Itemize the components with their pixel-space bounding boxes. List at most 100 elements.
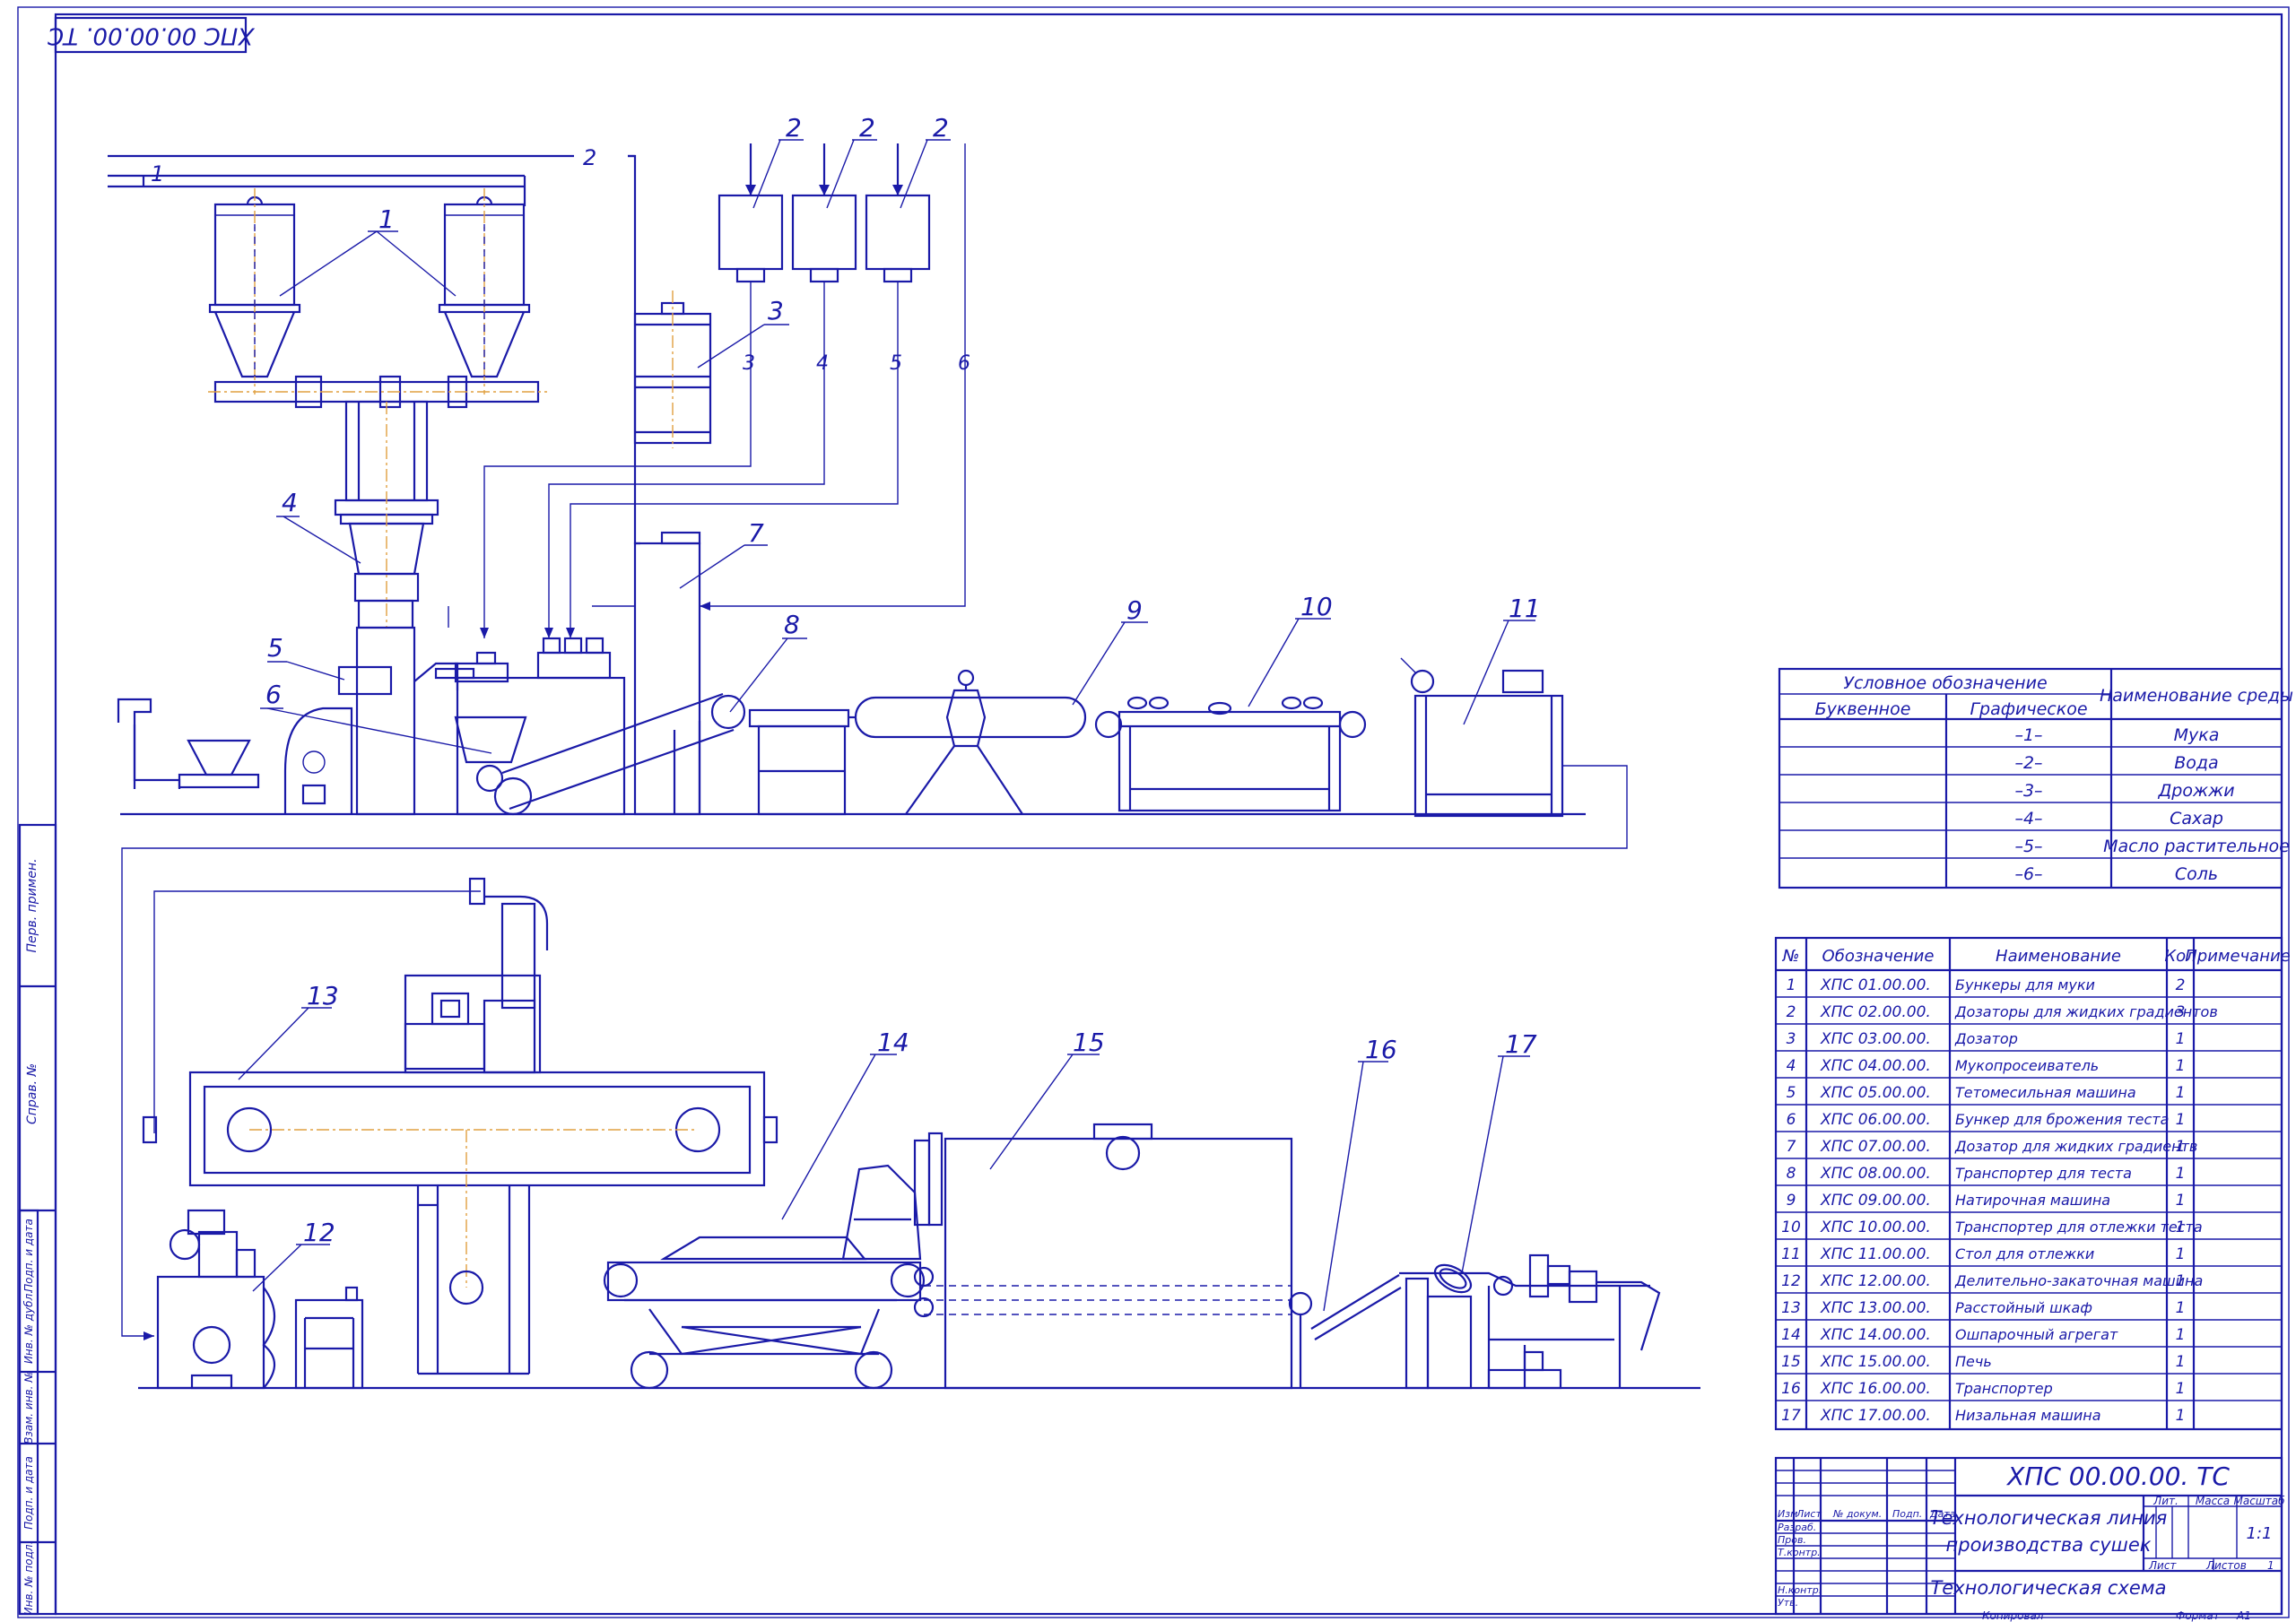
spec-cell: Дозатор для жидких градиентв [1954, 1138, 2197, 1155]
scalding-unit: 14 [603, 1028, 944, 1390]
svg-text:6: 6 [265, 680, 282, 709]
legend-col: Наименование среды [2100, 686, 2293, 706]
outer-frame [17, 6, 2290, 1618]
svg-text:5: 5 [267, 633, 283, 663]
legend-cell: Сахар [2170, 809, 2223, 828]
technological-scheme-drawing: ХПС 00.00.00. ТС Перв. примен. Справ. № … [17, 6, 2293, 1622]
spec-cell: Транспортер [1955, 1380, 2053, 1397]
spec-cell: ХПС 04.00.00. [1820, 1057, 1931, 1075]
spec-cell: Расстойный шкаф [1955, 1299, 2092, 1316]
spec-cell: 2 [1787, 1003, 1796, 1021]
dough-conveyor: 8 [493, 610, 807, 816]
spec-cell: 1 [2176, 1245, 2186, 1263]
legend-cell: –1– [2014, 725, 2042, 745]
rubbing-machine: 9 [748, 595, 1148, 816]
spec-cell: 1 [2176, 1407, 2186, 1425]
spec-cell: 3 [2176, 1003, 2186, 1021]
spec-cell: 1 [2176, 1165, 2186, 1183]
spec-cell: ХПС 17.00.00. [1820, 1407, 1931, 1425]
svg-text:16: 16 [1365, 1035, 1397, 1064]
tb-label: Лист [1796, 1508, 1822, 1520]
spec-cell: Бункеры для муки [1955, 976, 2095, 993]
spec-cell: 1 [2176, 1084, 2186, 1102]
tb-label: № докум. [1832, 1508, 1882, 1520]
side-stamp-label: Инв. № подл. [22, 1541, 35, 1616]
spec-cell: 1 [2176, 1111, 2186, 1129]
side-stamp-label: Взам. инв. № [22, 1371, 35, 1444]
legend-cell: –4– [2014, 809, 2042, 828]
svg-text:11: 11 [1509, 594, 1541, 623]
spec-cell: 1 [2176, 1380, 2186, 1398]
liquid-dosers: 2 2 2 [718, 113, 951, 283]
top-stamp: ХПС 00.00.00. ТС [47, 16, 256, 54]
tb-label: Копировал [1982, 1609, 2044, 1622]
spec-cell: 1 [2176, 1138, 2186, 1156]
spec-cell: 1 [2176, 1326, 2186, 1344]
callout-1: 1 [279, 204, 457, 297]
spec-cell: 1 [2176, 1057, 2186, 1075]
spec-table: № Обозначение Наименование Кол Примечани… [1774, 936, 2291, 1431]
spec-cell: Стол для отлежки [1955, 1245, 2094, 1262]
side-stamp: Перв. примен. Справ. № Подп. и дата Инв.… [18, 823, 57, 1616]
tb-label: 1 [2267, 1559, 2274, 1572]
svg-text:6: 6 [958, 352, 970, 375]
svg-text:8: 8 [784, 610, 800, 639]
spec-cell: Низальная машина [1955, 1407, 2101, 1424]
spec-cell: 1 [2176, 1299, 2186, 1317]
svg-text:13: 13 [307, 981, 339, 1010]
legend-header: Условное обозначение [1843, 673, 2047, 693]
svg-text:5: 5 [890, 352, 902, 375]
spec-cell: ХПС 06.00.00. [1820, 1111, 1931, 1129]
spec-cell: ХПС 13.00.00. [1820, 1299, 1931, 1317]
spec-cell: Дозатор [1954, 1030, 2018, 1047]
spec-cell: Мукопросеиватель [1955, 1057, 2099, 1074]
svg-text:3: 3 [768, 296, 784, 325]
svg-text:ХПС 00.00.00. ТС: ХПС 00.00.00. ТС [47, 22, 256, 49]
doser-7: 7 [633, 518, 768, 816]
spec-cell: 10 [1781, 1219, 1801, 1236]
tb-scale: 1:1 [2247, 1524, 2273, 1543]
spec-cell: 9 [1787, 1192, 1796, 1210]
tb-label: Лист [2148, 1559, 2177, 1572]
legend-cell: Вода [2174, 753, 2218, 773]
legend-col: Графическое [1970, 699, 2087, 719]
spec-cell: ХПС 03.00.00. [1820, 1030, 1931, 1048]
spec-cell: 14 [1781, 1326, 1801, 1344]
spec-cell: ХПС 11.00.00. [1820, 1245, 1931, 1263]
small-hopper [117, 698, 260, 789]
svg-text:17: 17 [1505, 1029, 1537, 1059]
svg-text:2: 2 [933, 113, 949, 143]
tb-label: Подп. [1892, 1508, 1922, 1520]
side-stamp-label: Инв. № дубл. [22, 1290, 35, 1364]
spec-cell: ХПС 16.00.00. [1820, 1380, 1931, 1398]
flour-bunkers [208, 188, 547, 409]
spec-cell: 2 [2176, 976, 2186, 994]
tb-label: Лит. [2152, 1495, 2179, 1507]
spec-cell: Делительно-закаточная машина [1954, 1272, 2203, 1289]
legend-cell: –2– [2014, 753, 2042, 773]
spec-cell: ХПС 07.00.00. [1820, 1138, 1931, 1156]
spec-header: Обозначение [1822, 947, 1935, 966]
transfer-line [121, 765, 1628, 1337]
spec-cell: 3 [1787, 1030, 1796, 1048]
legend-cell: Мука [2174, 725, 2220, 745]
svg-text:4: 4 [816, 352, 829, 375]
spec-cell: ХПС 09.00.00. [1820, 1192, 1931, 1210]
tb-doc-type: Технологическая схема [1930, 1577, 2166, 1599]
tb-label: А1 [2236, 1609, 2251, 1622]
tb-label: Пров. [1778, 1534, 1806, 1546]
legend-cell: –6– [2014, 864, 2042, 884]
spec-cell: ХПС 14.00.00. [1820, 1326, 1931, 1344]
svg-text:12: 12 [303, 1218, 335, 1247]
spec-cell: 8 [1787, 1165, 1796, 1183]
spec-cell: 17 [1781, 1407, 1801, 1425]
legend-cell: –5– [2014, 837, 2042, 856]
tb-label: Листов [2205, 1559, 2247, 1572]
legend-cell: –3– [2014, 781, 2042, 801]
spec-cell: 1 [2176, 1272, 2186, 1290]
svg-text:9: 9 [1126, 595, 1143, 625]
spec-cell: ХПС 10.00.00. [1820, 1219, 1931, 1236]
kneading-machine: 5 [267, 626, 475, 816]
conveyor-16: 16 [1288, 1035, 1402, 1388]
rest-table: 11 [1400, 594, 1564, 818]
